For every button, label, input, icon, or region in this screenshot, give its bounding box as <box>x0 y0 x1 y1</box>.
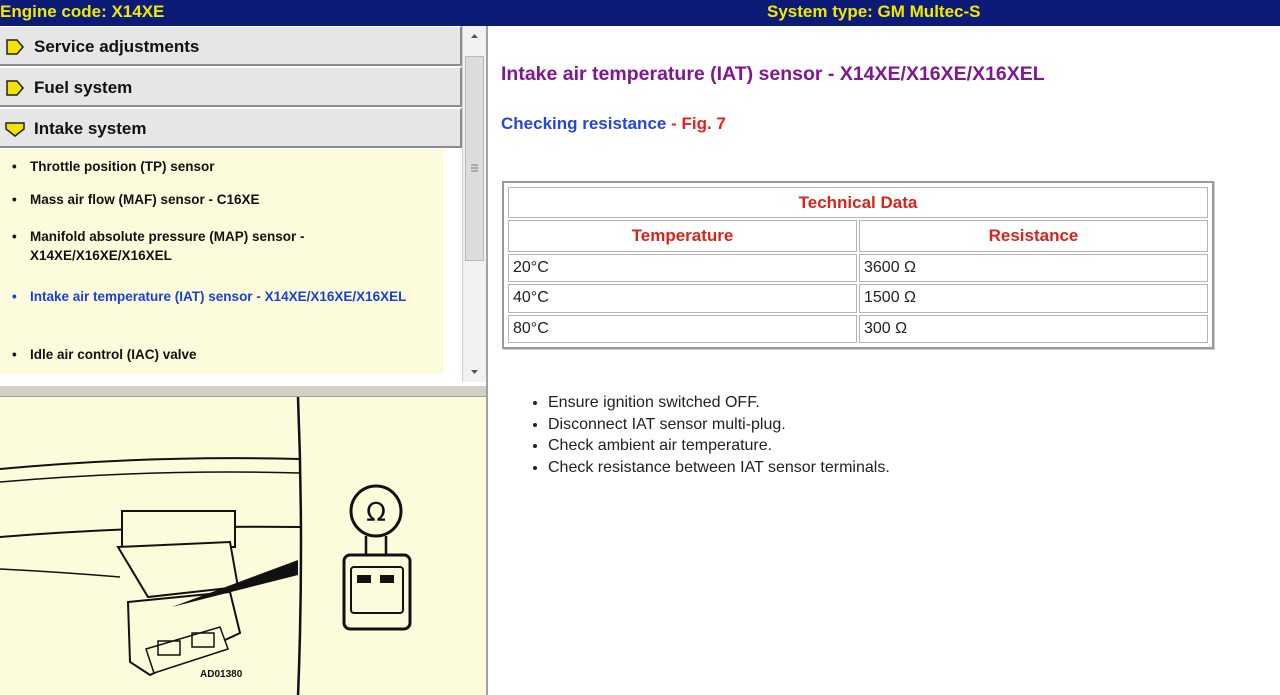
bullet: • <box>12 229 17 244</box>
table-cell: 40°C <box>508 284 857 313</box>
procedure-steps: Ensure ignition switched OFF. Disconnect… <box>528 392 890 478</box>
table-cell: 300 Ω <box>859 314 1208 343</box>
page-title: Intake air temperature (IAT) sensor - X1… <box>501 63 1045 85</box>
section-label: Service adjustments <box>34 37 200 56</box>
arrow-right-icon <box>6 80 24 96</box>
list-item[interactable]: • Idle air control (IAC) valve <box>12 345 432 365</box>
figure-code: AD01380 <box>200 669 243 680</box>
list-item[interactable]: • Mass air flow (MAF) sensor - C16XE <box>12 190 432 210</box>
sensor-figure: AD01380 Ω <box>0 396 488 695</box>
bullet: • <box>12 289 17 304</box>
section-service-adjustments[interactable]: Service adjustments <box>0 26 462 66</box>
table-caption: Technical Data <box>508 187 1208 219</box>
column-header: Resistance <box>859 220 1208 252</box>
list-item[interactable]: • Manifold absolute pressure (MAP) senso… <box>12 227 432 267</box>
section-subtitle: Checking resistance - Fig. 7 <box>501 114 726 133</box>
section-fuel-system[interactable]: Fuel system <box>0 67 462 107</box>
nav-scrollbar[interactable] <box>462 26 486 382</box>
list-item[interactable]: • Throttle position (TP) sensor <box>12 157 432 177</box>
left-panel: Service adjustments Fuel system Intake s… <box>0 26 488 695</box>
scroll-thumb[interactable] <box>465 56 484 261</box>
main-content: Intake air temperature (IAT) sensor - X1… <box>488 26 1280 695</box>
scroll-up-button[interactable] <box>463 26 486 46</box>
grip-icon <box>471 164 478 172</box>
engine-code-label: Engine code: X14XE <box>0 2 165 21</box>
chevron-up-icon <box>471 34 478 38</box>
list-item: Ensure ignition switched OFF. <box>548 392 890 414</box>
bullet: • <box>12 192 17 207</box>
scroll-down-button[interactable] <box>463 362 486 382</box>
list-item-active[interactable]: • Intake air temperature (IAT) sensor - … <box>12 287 432 327</box>
iat-sensor-drawing: AD01380 Ω <box>0 397 412 695</box>
figure-link[interactable]: Fig. 7 <box>681 114 725 133</box>
bullet: • <box>12 347 17 362</box>
list-item: Check ambient air temperature. <box>548 435 890 457</box>
intake-system-items: • Throttle position (TP) sensor • Mass a… <box>0 150 444 374</box>
table-cell: 1500 Ω <box>859 284 1208 313</box>
table-cell: 3600 Ω <box>859 253 1208 283</box>
table-row: 20°C 3600 Ω <box>508 253 1208 283</box>
ohm-symbol: Ω <box>366 498 386 528</box>
section-label: Intake system <box>34 119 147 138</box>
technical-data-table: Technical Data Temperature Resistance 20… <box>502 181 1214 349</box>
list-item: Disconnect IAT sensor multi-plug. <box>548 414 890 436</box>
table-cell: 80°C <box>508 314 857 343</box>
list-item: Check resistance between IAT sensor term… <box>548 457 890 479</box>
arrow-right-icon <box>6 39 24 55</box>
chevron-down-icon <box>471 370 478 374</box>
table-row: 40°C 1500 Ω <box>508 284 1208 313</box>
section-label: Fuel system <box>34 78 133 97</box>
bullet: • <box>12 159 17 174</box>
system-type-label: System type: GM Multec-S <box>767 2 981 21</box>
arrow-down-icon <box>5 122 25 137</box>
column-header: Temperature <box>508 220 857 252</box>
table-row: 80°C 300 Ω <box>508 314 1208 343</box>
top-bar: Engine code: X14XE System type: GM Multe… <box>0 0 1280 26</box>
nav-area: Service adjustments Fuel system Intake s… <box>0 26 488 386</box>
section-intake-system[interactable]: Intake system <box>0 108 462 148</box>
table-cell: 20°C <box>508 253 857 283</box>
